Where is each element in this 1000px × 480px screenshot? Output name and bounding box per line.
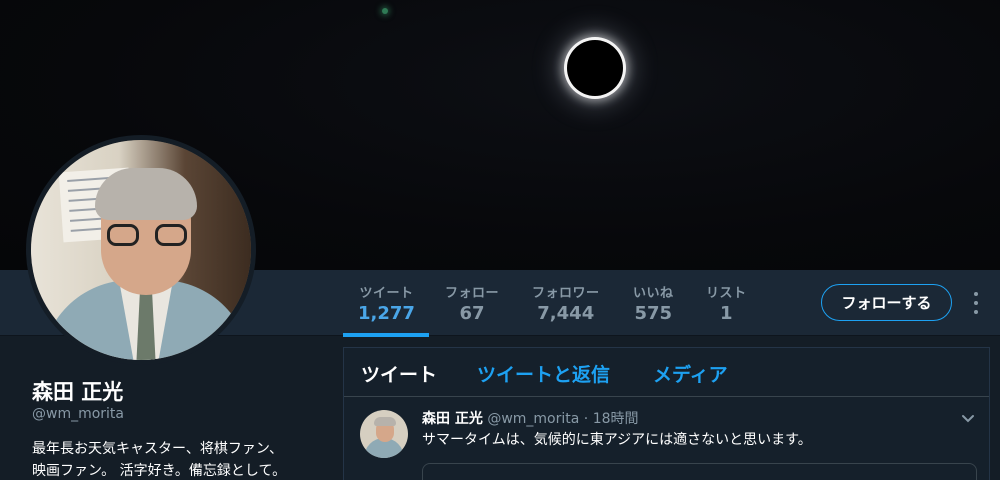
- stat-lists[interactable]: リスト 1: [706, 282, 747, 324]
- stat-likes-label: いいね: [633, 286, 674, 301]
- chevron-down-icon[interactable]: [961, 412, 975, 426]
- tweet-timestamp[interactable]: 18時間: [593, 411, 639, 427]
- stat-followers-label: フォロワー: [532, 286, 600, 301]
- bio-line: 最年長お天気キャスター、将棋ファン、: [32, 441, 284, 457]
- stat-followers-count: 7,444: [537, 303, 595, 324]
- profile-bio: 最年長お天気キャスター、将棋ファン、 映画ファン。 活字好き。備忘録として。: [32, 438, 322, 480]
- timeline-tabs: ツイート ツイートと返信 メディア: [344, 348, 989, 397]
- tweet-avatar[interactable]: [360, 410, 408, 458]
- stat-following-count: 67: [459, 303, 485, 324]
- tweet-media-card[interactable]: [422, 463, 977, 480]
- tweet-header: 森田 正光 @wm_morita · 18時間: [422, 408, 639, 428]
- stat-likes-count: 575: [634, 303, 673, 324]
- stat-likes[interactable]: いいね 575: [633, 282, 674, 324]
- tab-tweets[interactable]: ツイート: [361, 360, 437, 387]
- profile-name[interactable]: 森田 正光: [32, 376, 123, 406]
- tweet-separator: ·: [583, 411, 589, 427]
- tab-tweets-and-replies[interactable]: ツイートと返信: [477, 360, 610, 387]
- tweet-author-handle[interactable]: @wm_morita: [487, 411, 579, 427]
- timeline: ツイート ツイートと返信 メディア 森田 正光 @wm_morita · 18時…: [343, 347, 990, 480]
- stat-tweets-label: ツイート: [359, 286, 414, 301]
- active-stat-underline: [343, 333, 429, 337]
- bio-line: 映画ファン。 活字好き。備忘録として。: [32, 463, 287, 479]
- eclipse-image: [567, 40, 623, 96]
- tweet-text: サマータイムは、気候的に東アジアには適さないと思います。: [422, 432, 812, 448]
- vertical-ellipsis-icon[interactable]: [970, 292, 982, 314]
- stat-tweets-count: 1,277: [358, 303, 415, 324]
- stat-followers[interactable]: フォロワー 7,444: [532, 282, 600, 324]
- tweet-author-name[interactable]: 森田 正光: [422, 411, 483, 427]
- stat-following-label: フォロー: [445, 286, 500, 301]
- stat-lists-label: リスト: [706, 286, 747, 301]
- stat-lists-count: 1: [719, 303, 733, 324]
- profile-handle: @wm_morita: [32, 406, 125, 422]
- follow-button[interactable]: フォローする: [821, 284, 952, 321]
- tab-media[interactable]: メディア: [653, 360, 728, 387]
- banner-speck: [382, 8, 388, 14]
- stat-tweets[interactable]: ツイート 1,277: [358, 282, 415, 324]
- tweet-item[interactable]: 森田 正光 @wm_morita · 18時間 サマータイムは、気候的に東アジア…: [344, 398, 989, 480]
- stat-following[interactable]: フォロー 67: [445, 282, 499, 324]
- profile-avatar[interactable]: [26, 135, 256, 365]
- avatar-glasses: [107, 224, 187, 246]
